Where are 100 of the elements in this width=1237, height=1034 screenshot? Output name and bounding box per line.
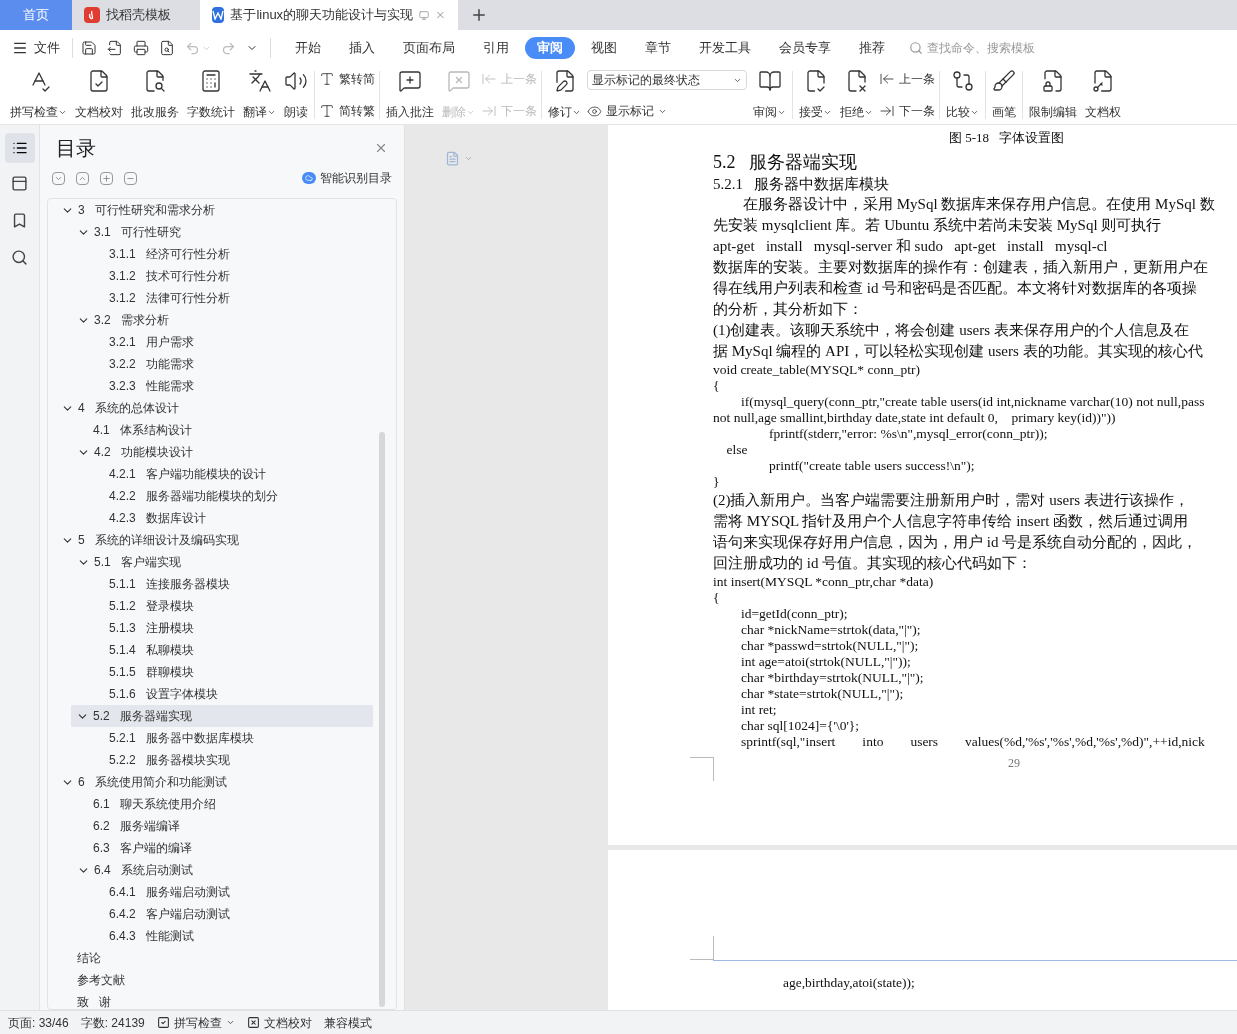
toolbar-button[interactable]: 插入批注 xyxy=(384,69,436,121)
jump-arrow-icon xyxy=(879,103,895,119)
toc-item[interactable]: 3.1.1 经济可行性分析 xyxy=(49,243,395,265)
display-mode-select[interactable]: 显示标记的最终状态 xyxy=(587,70,747,90)
toolbar-button[interactable]: 拒绝 xyxy=(838,69,875,121)
toc-item[interactable]: 5.1.6 设置字体模块 xyxy=(49,683,395,705)
toolbar-button[interactable]: 字数统计 xyxy=(185,69,237,121)
toc-item[interactable]: 6.2 服务端编译 xyxy=(49,815,395,837)
document-search-icon xyxy=(143,69,167,93)
toolbar-button[interactable]: 繁转简 xyxy=(319,70,375,88)
print-icon[interactable] xyxy=(133,40,149,56)
plus-icon[interactable] xyxy=(100,171,113,185)
document-key-icon xyxy=(1091,69,1115,93)
toc-item[interactable]: 5.1.2 登录模块 xyxy=(49,595,395,617)
flame-logo-icon xyxy=(84,7,100,23)
toc-item[interactable]: 3 可行性研究和需求分析 xyxy=(49,199,395,221)
book-icon xyxy=(757,69,782,93)
toc-item[interactable]: 4.1 体系结构设计 xyxy=(49,419,395,441)
toolbar-button[interactable]: 拼写检查 xyxy=(8,69,69,121)
toolbar-button[interactable]: 文档权 xyxy=(1083,69,1123,121)
toolbar-button[interactable]: 下一条 xyxy=(879,102,935,120)
toc-item[interactable]: 5.2.2 服务器模块实现 xyxy=(49,749,395,771)
smart-toc-button[interactable]: 智能识别目录 xyxy=(302,169,392,187)
toc-item[interactable]: 5.2.1 服务器中数据库模块 xyxy=(49,727,395,749)
spellcheck-button[interactable]: 拼写检查 xyxy=(156,1013,235,1032)
close-icon[interactable] xyxy=(374,141,388,155)
ribbon-tab[interactable]: 推荐 xyxy=(847,37,897,59)
search-icon[interactable] xyxy=(11,249,28,266)
toc-item[interactable]: 3.1 可行性研究 xyxy=(49,221,395,243)
list-icon xyxy=(11,140,28,156)
ribbon-tab[interactable]: 开始 xyxy=(283,37,333,59)
ribbon-tab[interactable]: 页面布局 xyxy=(391,37,467,59)
page-count[interactable]: 页面: 33/46 xyxy=(8,1013,69,1032)
toc-item[interactable]: 4.2.3 数据库设计 xyxy=(49,507,395,529)
toc-item[interactable]: 3.2 需求分析 xyxy=(49,309,395,331)
ribbon-tab[interactable]: 会员专享 xyxy=(767,37,843,59)
toc-item[interactable]: 3.2.2 功能需求 xyxy=(49,353,395,375)
toolbar-button[interactable]: 接受 xyxy=(797,69,834,121)
compatibility-mode[interactable]: 兼容模式 xyxy=(323,1013,372,1032)
word-count[interactable]: 字数: 24139 xyxy=(80,1013,145,1032)
toc-item[interactable]: 3.1.2 技术可行性分析 xyxy=(49,265,395,287)
ribbon-tab[interactable]: 视图 xyxy=(579,37,629,59)
bookmark-icon[interactable] xyxy=(11,212,28,229)
ribbon-tab[interactable]: 开发工具 xyxy=(687,37,763,59)
toc-item[interactable]: 3.1.2 法律可行性分析 xyxy=(49,287,395,309)
file-menu[interactable]: 文件 xyxy=(12,38,72,58)
toolbar-button[interactable]: 翻译 xyxy=(241,69,278,121)
toc-item[interactable]: 6.3 客户端的编译 xyxy=(49,837,395,859)
toolbar-button[interactable]: 修订 xyxy=(546,69,583,121)
ribbon-tab[interactable]: 插入 xyxy=(337,37,387,59)
show-markup-button[interactable]: 显示标记 xyxy=(587,102,747,120)
toc-item[interactable]: 5.1 客户端实现 xyxy=(49,551,395,573)
toc-item[interactable]: 4.2.1 客户端功能模块的设计 xyxy=(49,463,395,485)
ribbon-tab[interactable]: 章节 xyxy=(633,37,683,59)
toc-item[interactable]: 4.2 功能模块设计 xyxy=(49,441,395,463)
toc-item[interactable]: 6.4.3 性能测试 xyxy=(49,925,395,947)
save-icon[interactable] xyxy=(81,40,97,56)
toc-panel-button[interactable] xyxy=(4,133,35,163)
toc-item[interactable]: 5.1.3 注册模块 xyxy=(49,617,395,639)
toc-item[interactable]: 5 系统的详细设计及编码实现 xyxy=(49,529,395,551)
toc-item[interactable]: 5.2 服务器端实现 xyxy=(71,705,373,727)
toolbar-button[interactable]: 上一条 xyxy=(879,70,935,88)
toolbar-button[interactable]: 批改服务 xyxy=(129,69,181,121)
body-paragraph: (1)创建表。该聊天系统中，将会创建 users 表来保存用户的个人信息及在 据 MySql 编程的 API，可以轻松实现创建 users 表的功能。其实现的核心代 xyxy=(713,321,1204,361)
toc-item[interactable]: 6 系统使用简介和功能测试 xyxy=(49,771,395,793)
collapse-all-icon[interactable] xyxy=(52,171,65,185)
toc-item[interactable]: 3.2.3 性能需求 xyxy=(49,375,395,397)
toolbar-button[interactable]: 比较 xyxy=(944,69,981,121)
scrollbar-thumb[interactable] xyxy=(379,432,385,1007)
toc-item[interactable]: 6.1 聊天系统使用介绍 xyxy=(49,793,395,815)
expand-up-icon[interactable] xyxy=(76,171,89,185)
toolbar-button[interactable]: 朗读 xyxy=(282,69,310,121)
toolbar-button[interactable]: 限制编辑 xyxy=(1027,69,1079,121)
panel-icon[interactable] xyxy=(11,175,28,192)
crop-mark xyxy=(690,936,714,960)
toolbar-button[interactable]: 简转繁 xyxy=(319,102,375,120)
toc-item[interactable]: 3.2.1 用户需求 xyxy=(49,331,395,353)
new-tab-icon[interactable] xyxy=(470,6,488,24)
minus-icon[interactable] xyxy=(124,171,137,185)
proofread-button[interactable]: 文档校对 xyxy=(246,1013,312,1032)
toolbar-button[interactable]: 审阅 xyxy=(751,69,788,121)
toc-item[interactable]: 4.2.2 服务器端功能模块的划分 xyxy=(49,485,395,507)
toc-item[interactable]: 4 系统的总体设计 xyxy=(49,397,395,419)
export-icon[interactable] xyxy=(107,40,123,56)
toc-item[interactable]: 结论 xyxy=(49,947,395,969)
character-icon xyxy=(319,71,335,87)
compare-icon xyxy=(950,69,975,93)
toc-item[interactable]: 参考文献 xyxy=(49,969,395,991)
print-preview-icon[interactable] xyxy=(159,40,175,56)
toolbar-button[interactable]: 文档校对 xyxy=(73,69,125,121)
toc-item[interactable]: 6.4 系统启动测试 xyxy=(49,859,395,881)
toc-item[interactable]: 5.1.1 连接服务器模块 xyxy=(49,573,395,595)
jump-arrow-icon xyxy=(481,71,497,87)
toc-item[interactable]: 6.4.2 客户端启动测试 xyxy=(49,903,395,925)
toc-item[interactable]: 5.1.5 群聊模块 xyxy=(49,661,395,683)
toc-item[interactable]: 致 谢 xyxy=(49,991,395,1009)
ribbon-tab[interactable]: 引用 xyxy=(471,37,521,59)
toc-item[interactable]: 5.1.4 私聊模块 xyxy=(49,639,395,661)
toc-item[interactable]: 6.4.1 服务端启动测试 xyxy=(49,881,395,903)
toolbar-button[interactable]: 画笔 xyxy=(990,69,1018,121)
